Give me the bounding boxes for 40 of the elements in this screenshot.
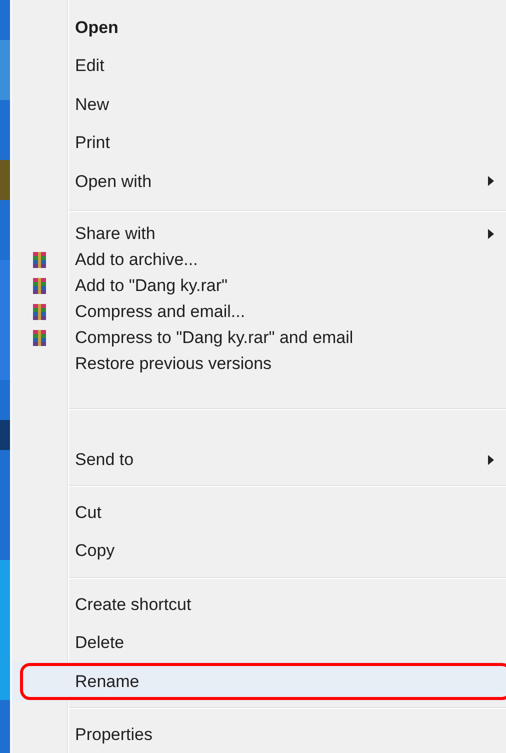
menu-item-label: Create shortcut <box>74 594 192 616</box>
menu-item[interactable]: Create shortcut <box>12 585 506 624</box>
menu-item-label: Share with <box>74 222 156 245</box>
menu-item[interactable]: Edit <box>12 46 506 85</box>
menu-item[interactable]: Share with <box>12 220 506 246</box>
menu-item-label: Open <box>74 16 118 38</box>
menu-item-label: Compress to "Dang ky.rar" and email <box>74 326 354 349</box>
menu-item-label: Rename <box>74 670 140 692</box>
archive-icon <box>32 328 48 346</box>
menu-item[interactable]: Cut <box>12 493 506 532</box>
menu-item[interactable]: Rename <box>12 662 506 700</box>
archive-icon <box>32 302 48 320</box>
menu-item[interactable]: Open <box>12 8 506 46</box>
menu-item[interactable]: Delete <box>12 624 506 662</box>
menu-item[interactable]: Copy <box>12 532 506 570</box>
menu-item[interactable]: Add to archive... <box>12 246 506 272</box>
menu-item[interactable]: Restore previous versions <box>12 350 506 376</box>
menu-item-label: Delete <box>74 632 124 654</box>
menu-item-label: Restore previous versions <box>74 352 272 375</box>
menu-item[interactable]: Print <box>12 124 506 162</box>
archive-icon <box>32 276 48 294</box>
menu-item-label: Add to archive... <box>74 248 198 271</box>
menu-item[interactable]: New <box>12 85 506 124</box>
menu-item-label: Send to <box>74 449 134 471</box>
menu-item-label: Compress and email... <box>74 300 246 323</box>
menu-item-label: Edit <box>74 55 104 77</box>
menu-item[interactable]: Compress and email... <box>12 298 506 324</box>
archive-icon <box>32 250 48 268</box>
menu-item-label: Add to "Dang ky.rar" <box>74 274 228 297</box>
menu-item[interactable]: Properties <box>12 716 506 753</box>
menu-item[interactable]: Add to "Dang ky.rar" <box>12 272 506 298</box>
menu-item-label: Properties <box>74 724 152 746</box>
menu-item-label: Print <box>74 132 110 154</box>
menu-item[interactable]: Compress to "Dang ky.rar" and email <box>12 324 506 350</box>
menu-item-label: Open with <box>74 170 152 192</box>
menu-item-label: Cut <box>74 502 102 524</box>
menu-item-label: Copy <box>74 540 115 562</box>
menu-item-label: New <box>74 94 110 116</box>
menu-item[interactable]: Open with <box>12 162 506 200</box>
menu-item[interactable]: Send to <box>12 440 506 479</box>
